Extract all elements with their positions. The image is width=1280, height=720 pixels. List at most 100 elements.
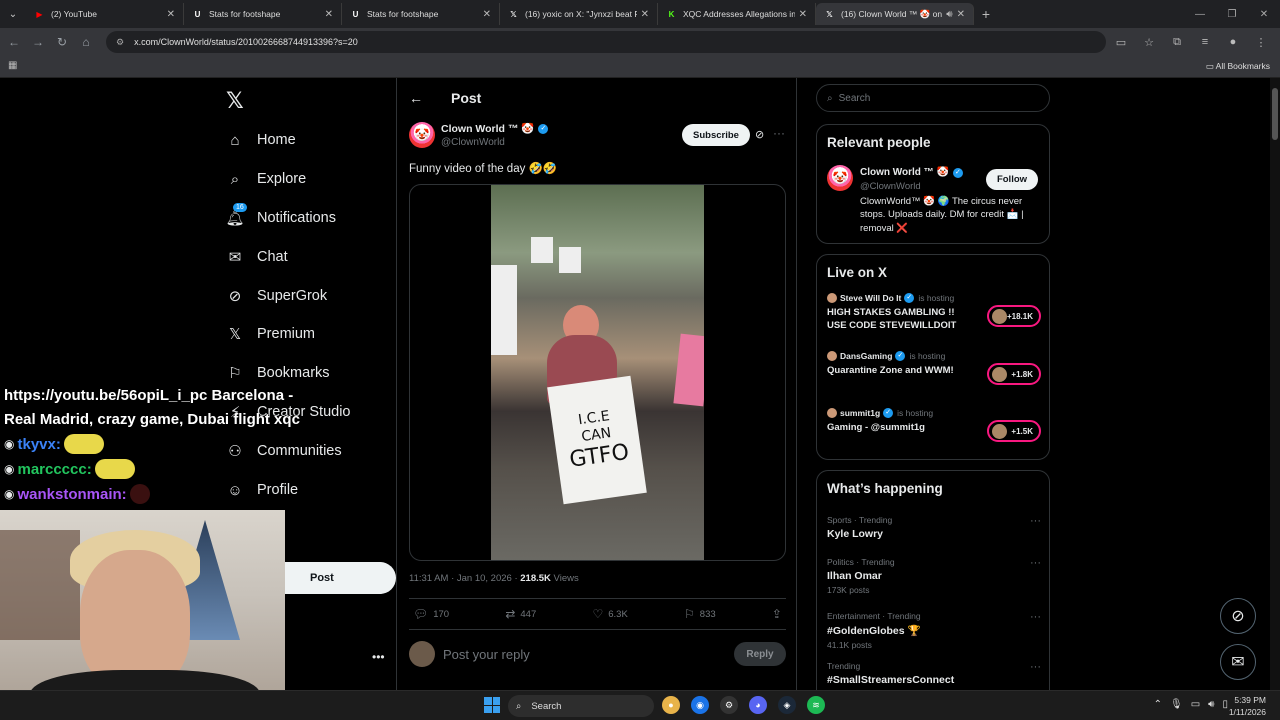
tab-close-icon[interactable]: ✕ xyxy=(325,9,333,20)
all-bookmarks-button[interactable]: ▭ All Bookmarks xyxy=(1206,61,1270,72)
nav-item-profile[interactable]: ☺ Profile xyxy=(226,476,298,504)
tab-search-icon[interactable]: ⌄ xyxy=(0,3,26,25)
grok-icon[interactable]: ⊘ xyxy=(755,128,764,141)
spotify-icon[interactable]: ≋ xyxy=(807,696,825,714)
person-avatar[interactable]: 🤡 xyxy=(827,165,853,191)
tab-close-icon[interactable]: ✕ xyxy=(957,9,965,20)
trend-item[interactable]: Sports · Trending Kyle Lowry ··· xyxy=(827,515,1041,540)
maximize-icon[interactable]: ❐ xyxy=(1216,0,1248,28)
tab-close-icon[interactable]: ✕ xyxy=(483,9,491,20)
extensions-icon[interactable]: ⧉ xyxy=(1166,31,1188,53)
taskbar-search[interactable]: ⌕ Search xyxy=(508,695,654,717)
nav-item-chat[interactable]: ✉ Chat xyxy=(226,243,288,271)
reply-action[interactable]: 💬︎ 170 xyxy=(413,607,449,621)
trend-item[interactable]: Entertainment · Trending #GoldenGlobes 🏆 4… xyxy=(827,611,1041,650)
person-handle[interactable]: @ClownWorld xyxy=(860,181,921,192)
browser-tab[interactable]: U Stats for footshape ✕ xyxy=(184,3,342,25)
repost-action[interactable]: ⇄ 447 xyxy=(505,607,536,621)
windows-start-icon[interactable] xyxy=(484,697,500,713)
tab-close-icon[interactable]: ✕ xyxy=(167,9,175,20)
browser-tab[interactable]: 𝕏 (16) yoxic on X: "Jynxzi beat Ro ✕ xyxy=(500,3,658,25)
nav-item-supergrok[interactable]: ⊘ SuperGrok xyxy=(226,282,327,310)
post-author[interactable]: 🤡 Clown World ™ 🤡 ✓ @ClownWorld xyxy=(409,122,549,148)
bookmark-star-icon[interactable]: ☆ xyxy=(1138,31,1160,53)
live-listeners-pill[interactable]: +18.1K xyxy=(987,305,1041,327)
author-avatar[interactable]: 🤡 xyxy=(409,122,435,148)
nav-item-notifications[interactable]: 🔔︎ 16 Notifications xyxy=(225,203,336,232)
trend-item[interactable]: Politics · Trending Ilhan Omar 173K posts ·… xyxy=(827,557,1041,595)
live-item[interactable]: summit1g ✓ is hosting Gaming - @summit1g +1.… xyxy=(827,408,1041,442)
tab-audio-icon[interactable]: 🔊︎ xyxy=(946,9,952,20)
nav-item-communities[interactable]: ⚇ Communities xyxy=(226,437,341,465)
live-listeners-pill[interactable]: +1.5K xyxy=(987,420,1041,442)
tab-close-icon[interactable]: ✕ xyxy=(641,9,649,20)
back-icon[interactable]: ← xyxy=(2,30,26,54)
trend-item[interactable]: Trending #SmallStreamersConnect ··· xyxy=(827,661,1041,686)
apps-grid-icon[interactable]: ▦ xyxy=(8,60,17,71)
browser-tab[interactable]: ▶ (2) YouTube ✕ xyxy=(26,3,184,25)
author-handle[interactable]: @ClownWorld xyxy=(441,137,548,148)
close-window-icon[interactable]: ✕ xyxy=(1248,0,1280,28)
site-info-icon[interactable]: ⚙ xyxy=(116,37,124,48)
address-bar[interactable]: ⚙ x.com/ClownWorld/status/20100266687449… xyxy=(106,31,1106,53)
discord-icon[interactable]: ◕ xyxy=(749,696,767,714)
scrollbar-thumb[interactable] xyxy=(1272,88,1278,140)
person-name[interactable]: Clown World ™ 🤡 xyxy=(860,167,949,178)
trend-more-icon[interactable]: ··· xyxy=(1030,557,1041,569)
reply-button[interactable]: Reply xyxy=(734,642,786,666)
trend-more-icon[interactable]: ··· xyxy=(1030,611,1041,623)
video-frame[interactable]: I.C.E CAN GTFO xyxy=(491,185,704,560)
nav-item-explore[interactable]: ⌕ Explore xyxy=(226,165,306,193)
post-timestamp[interactable]: 11:31 AM · Jan 10, 2026 · xyxy=(409,573,520,584)
nav-item-premium[interactable]: 𝕏 Premium xyxy=(226,320,315,348)
messages-fab-icon[interactable]: ✉ xyxy=(1220,644,1256,680)
taskbar-app-icon[interactable]: ● xyxy=(662,696,680,714)
browser-tab[interactable]: K XQC Addresses Allegations in L ✕ xyxy=(658,3,816,25)
volume-icon[interactable]: 🔊︎ xyxy=(1208,699,1214,710)
settings-icon[interactable]: ⚙ xyxy=(720,696,738,714)
page-scrollbar[interactable] xyxy=(1270,78,1280,690)
profile-avatar-icon[interactable]: ● xyxy=(1222,31,1244,53)
follow-button[interactable]: Follow xyxy=(986,169,1038,190)
live-listeners-pill[interactable]: +1.8K xyxy=(987,363,1041,385)
network-icon[interactable]: ▭ xyxy=(1191,699,1200,710)
browser-tab[interactable]: 𝕏 (16) Clown World ™ 🤡 on 🔊︎ ✕ xyxy=(816,3,974,25)
battery-icon[interactable]: ▯ xyxy=(1222,699,1228,710)
media-controls-icon[interactable]: ≡ xyxy=(1194,31,1216,53)
trend-more-icon[interactable]: ··· xyxy=(1030,661,1041,673)
relevant-person[interactable]: 🤡 Clown World ™ 🤡 ✓ @ClownWorld Follow Cl… xyxy=(827,165,1041,234)
tab-close-icon[interactable]: ✕ xyxy=(799,9,807,20)
bookmark-action[interactable]: ⚐ 833 xyxy=(684,607,716,621)
account-menu-icon[interactable]: ••• xyxy=(372,650,385,664)
minimize-icon[interactable]: — xyxy=(1184,0,1216,28)
share-action[interactable]: ⇪ xyxy=(772,607,782,621)
my-avatar[interactable] xyxy=(409,641,435,667)
browser-tab[interactable]: U Stats for footshape ✕ xyxy=(342,3,500,25)
forward-icon[interactable]: → xyxy=(26,30,50,54)
taskbar-clock[interactable]: 5:39 PM 1/11/2026 xyxy=(1229,694,1266,718)
reply-input[interactable]: Post your reply xyxy=(443,647,734,662)
nav-item-home[interactable]: ⌂ Home xyxy=(226,126,295,154)
subscribe-button[interactable]: Subscribe xyxy=(682,124,750,146)
new-tab-button[interactable]: + xyxy=(974,6,998,22)
author-name[interactable]: Clown World ™ 🤡 xyxy=(441,122,534,135)
microphone-icon[interactable]: 🎙︎ xyxy=(1170,699,1183,710)
like-action[interactable]: ♡ 6.3K xyxy=(592,607,627,621)
search-input[interactable]: ⌕ Search xyxy=(816,84,1050,112)
steam-icon[interactable]: ◈ xyxy=(778,696,796,714)
more-options-icon[interactable]: ··· xyxy=(773,126,785,140)
live-item[interactable]: DansGaming ✓ is hosting Quarantine Zone and… xyxy=(827,351,1041,385)
grok-fab-icon[interactable]: ⊘ xyxy=(1220,598,1256,634)
back-arrow-icon[interactable]: ← xyxy=(409,90,423,106)
x-logo-icon[interactable]: 𝕏 xyxy=(226,88,244,114)
home-browser-icon[interactable]: ⌂ xyxy=(74,30,98,54)
post-video[interactable]: I.C.E CAN GTFO xyxy=(409,184,786,561)
reload-icon[interactable]: ↻ xyxy=(50,30,74,54)
trend-more-icon[interactable]: ··· xyxy=(1030,515,1041,527)
chrome-icon[interactable]: ◉ xyxy=(691,696,709,714)
cast-icon[interactable]: ▭ xyxy=(1110,31,1132,53)
tray-chevron-icon[interactable]: ⌃ xyxy=(1154,699,1162,710)
browser-menu-icon[interactable]: ⋮ xyxy=(1250,31,1272,53)
live-item[interactable]: Steve Will Do It ✓ is hosting HIGH STAKES G… xyxy=(827,293,1041,333)
nav-item-bookmarks[interactable]: ⚐ Bookmarks xyxy=(226,359,329,387)
